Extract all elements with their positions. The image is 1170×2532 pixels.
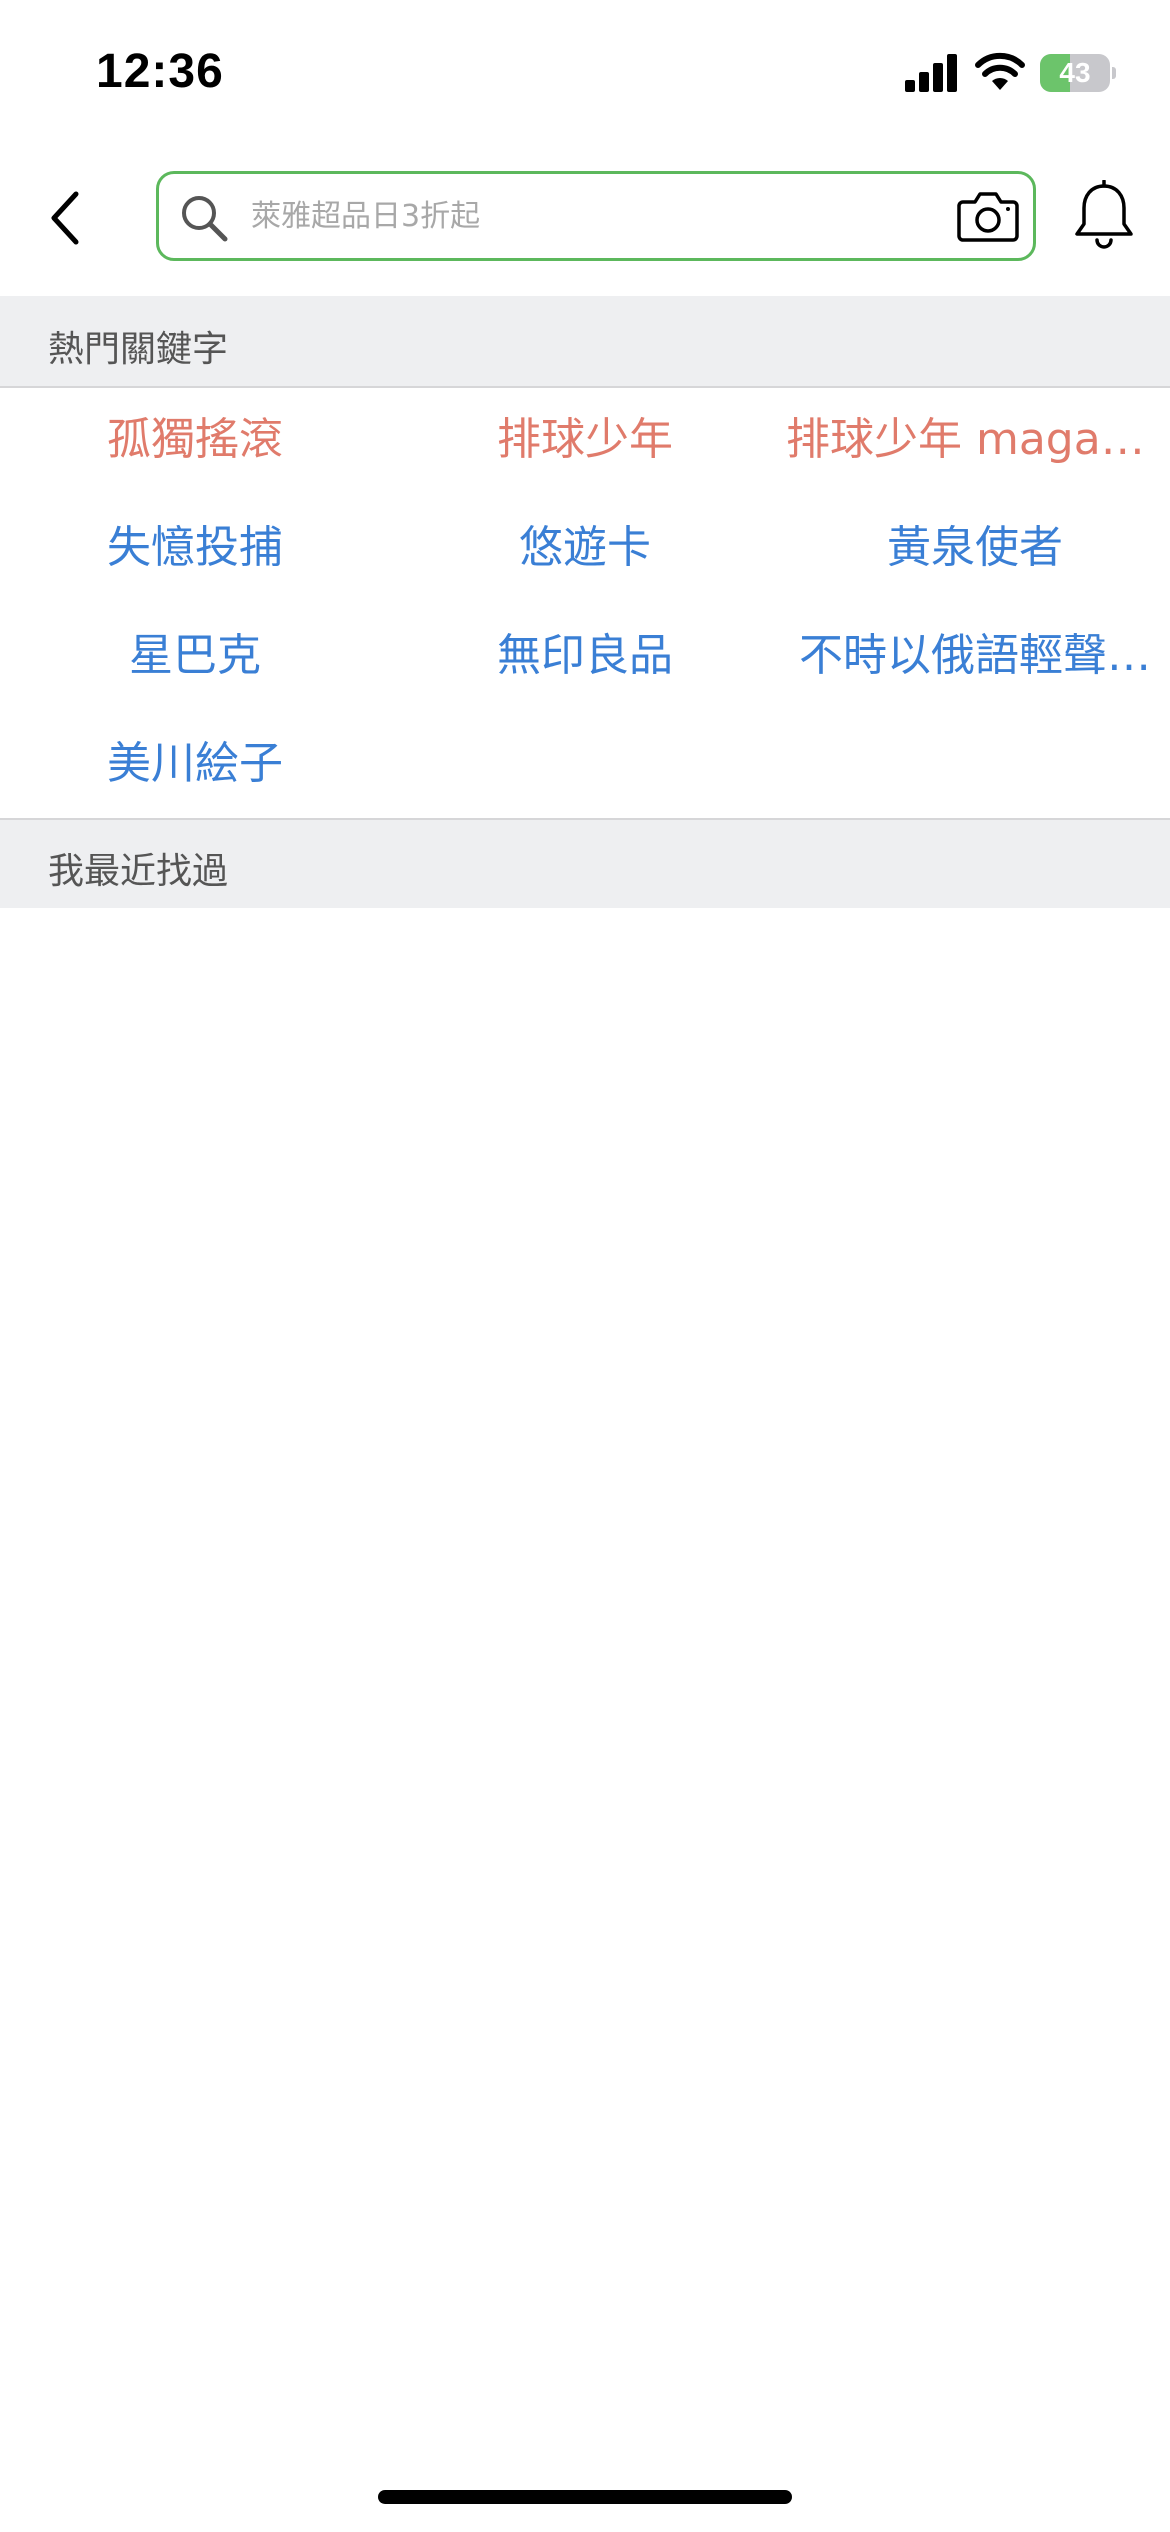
status-bar: 12:36 43 [0, 0, 1170, 150]
search-icon [182, 196, 228, 242]
hot-keywords-header: 熱門關鍵字 [0, 296, 1170, 388]
cellular-signal-icon [905, 54, 957, 92]
search-page: 12:36 43 萊雅超品日3折起 熱門關鍵字 孤獨搖滾 排球少年 排球少年 m… [0, 0, 1170, 2532]
keyword[interactable]: 失憶投捕 [0, 498, 390, 598]
keyword[interactable]: 不時以俄語輕聲… [780, 606, 1170, 706]
home-indicator[interactable] [378, 2490, 792, 2504]
hot-keyword[interactable]: 孤獨搖滾 [0, 390, 390, 490]
keyword[interactable]: 黃泉使者 [780, 498, 1170, 598]
hot-keyword[interactable]: 排球少年 [390, 390, 780, 490]
search-box[interactable] [156, 171, 1036, 261]
camera-icon[interactable] [957, 190, 1019, 242]
back-button[interactable] [40, 180, 96, 256]
battery-body: 43 [1040, 54, 1110, 92]
bell-icon[interactable] [1072, 180, 1136, 252]
keyword[interactable]: 美川絵子 [0, 714, 390, 814]
wifi-icon [975, 52, 1025, 90]
keyword[interactable]: 星巴克 [0, 606, 390, 706]
keyword[interactable]: 悠遊卡 [390, 498, 780, 598]
battery-icon: 43 [1040, 54, 1116, 92]
hot-keywords-grid: 孤獨搖滾 排球少年 排球少年 magazine 失憶投捕 悠遊卡 黃泉使者 星巴… [0, 390, 1170, 816]
keyword[interactable]: 無印良品 [390, 606, 780, 706]
recent-searches-header: 我最近找過 [0, 818, 1170, 908]
recent-searches-title: 我最近找過 [48, 851, 229, 892]
battery-cap [1112, 67, 1116, 79]
battery-level: 43 [1059, 57, 1091, 88]
status-time: 12:36 [96, 45, 224, 98]
hot-keyword[interactable]: 排球少年 magazine [780, 390, 1170, 490]
search-input[interactable] [251, 174, 891, 258]
hot-keywords-title: 熱門關鍵字 [48, 329, 229, 370]
